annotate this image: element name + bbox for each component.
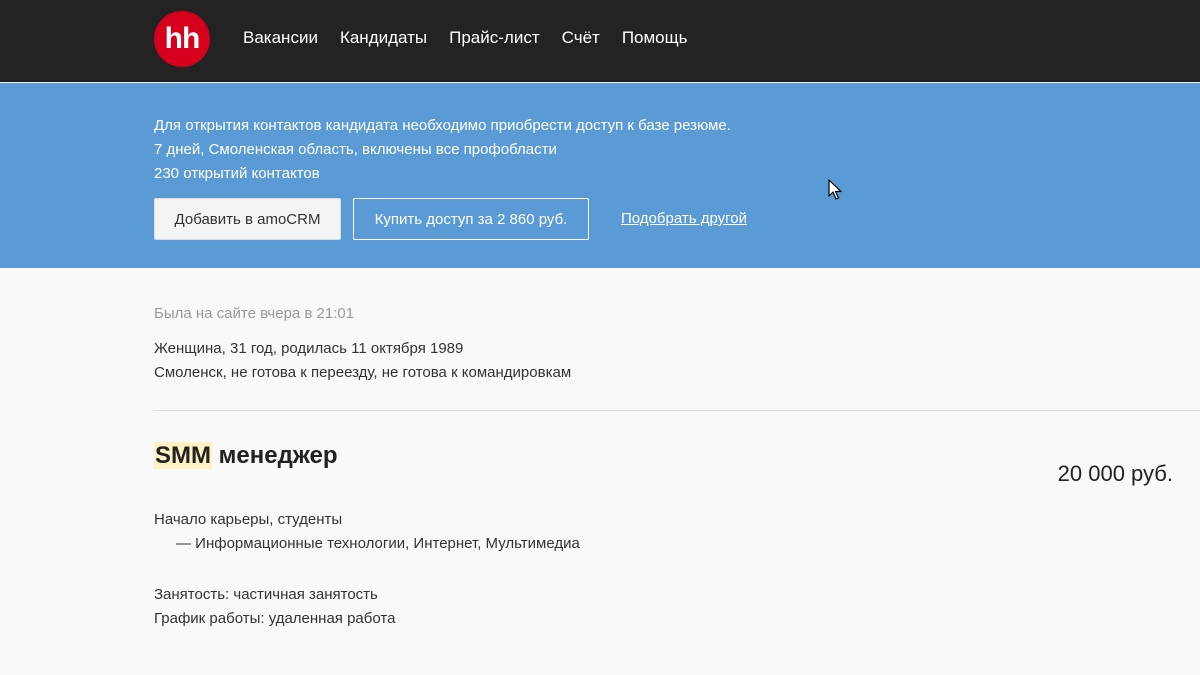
nav-item-candidates[interactable]: Кандидаты	[340, 28, 427, 48]
personal-info-line: Женщина, 31 год, родилась 11 октября 198…	[154, 340, 464, 357]
title-highlight: SMM	[154, 442, 212, 469]
buy-access-button[interactable]: Купить доступ за 2 860 руб.	[353, 198, 589, 240]
specializations: Начало карьеры, студенты — Информационны…	[154, 508, 580, 556]
access-notice-line: 230 открытий контактов	[154, 165, 320, 182]
personal-info: Женщина, 31 год, родилась 11 октября 198…	[154, 337, 571, 385]
hh-logo[interactable]: hh	[154, 11, 210, 67]
employment-type: Занятость: частичная занятость	[154, 586, 378, 603]
main-nav: Вакансии Кандидаты Прайс-лист Счёт Помощ…	[243, 28, 687, 48]
access-notice-line: 7 дней, Смоленская область, включены все…	[154, 141, 557, 158]
spec-main: Начало карьеры, студенты	[154, 511, 343, 528]
work-schedule: График работы: удаленная работа	[154, 610, 396, 627]
access-notice-line: Для открытия контактов кандидата необход…	[154, 117, 731, 134]
nav-item-account[interactable]: Счёт	[562, 28, 600, 48]
access-notice: Для открытия контактов кандидата необход…	[154, 114, 731, 186]
spec-sub: — Информационные технологии, Интернет, М…	[176, 535, 580, 552]
salary: 20 000 руб.	[1057, 461, 1173, 486]
resume-title: SMM менеджер	[154, 442, 338, 470]
top-navigation-bar: hh Вакансии Кандидаты Прайс-лист Счёт По…	[0, 0, 1200, 82]
add-to-amocrm-button[interactable]: Добавить в amoCRM	[154, 198, 341, 240]
resume-content: Была на сайте вчера в 21:01 Женщина, 31 …	[0, 268, 1200, 675]
last-seen-text: Была на сайте вчера в 21:01	[154, 305, 355, 322]
title-rest: менеджер	[212, 442, 338, 469]
nav-item-vacancies[interactable]: Вакансии	[243, 28, 318, 48]
divider	[154, 410, 1200, 411]
mouse-pointer-icon	[828, 179, 842, 200]
access-banner: Для открытия контактов кандидата необход…	[0, 83, 1200, 268]
choose-other-link[interactable]: Подобрать другой	[621, 210, 747, 227]
nav-item-price-list[interactable]: Прайс-лист	[449, 28, 540, 48]
personal-info-line: Смоленск, не готова к переезду, не готов…	[154, 364, 572, 381]
employment-info: Занятость: частичная занятость График ра…	[154, 583, 395, 631]
nav-item-help[interactable]: Помощь	[622, 28, 688, 48]
